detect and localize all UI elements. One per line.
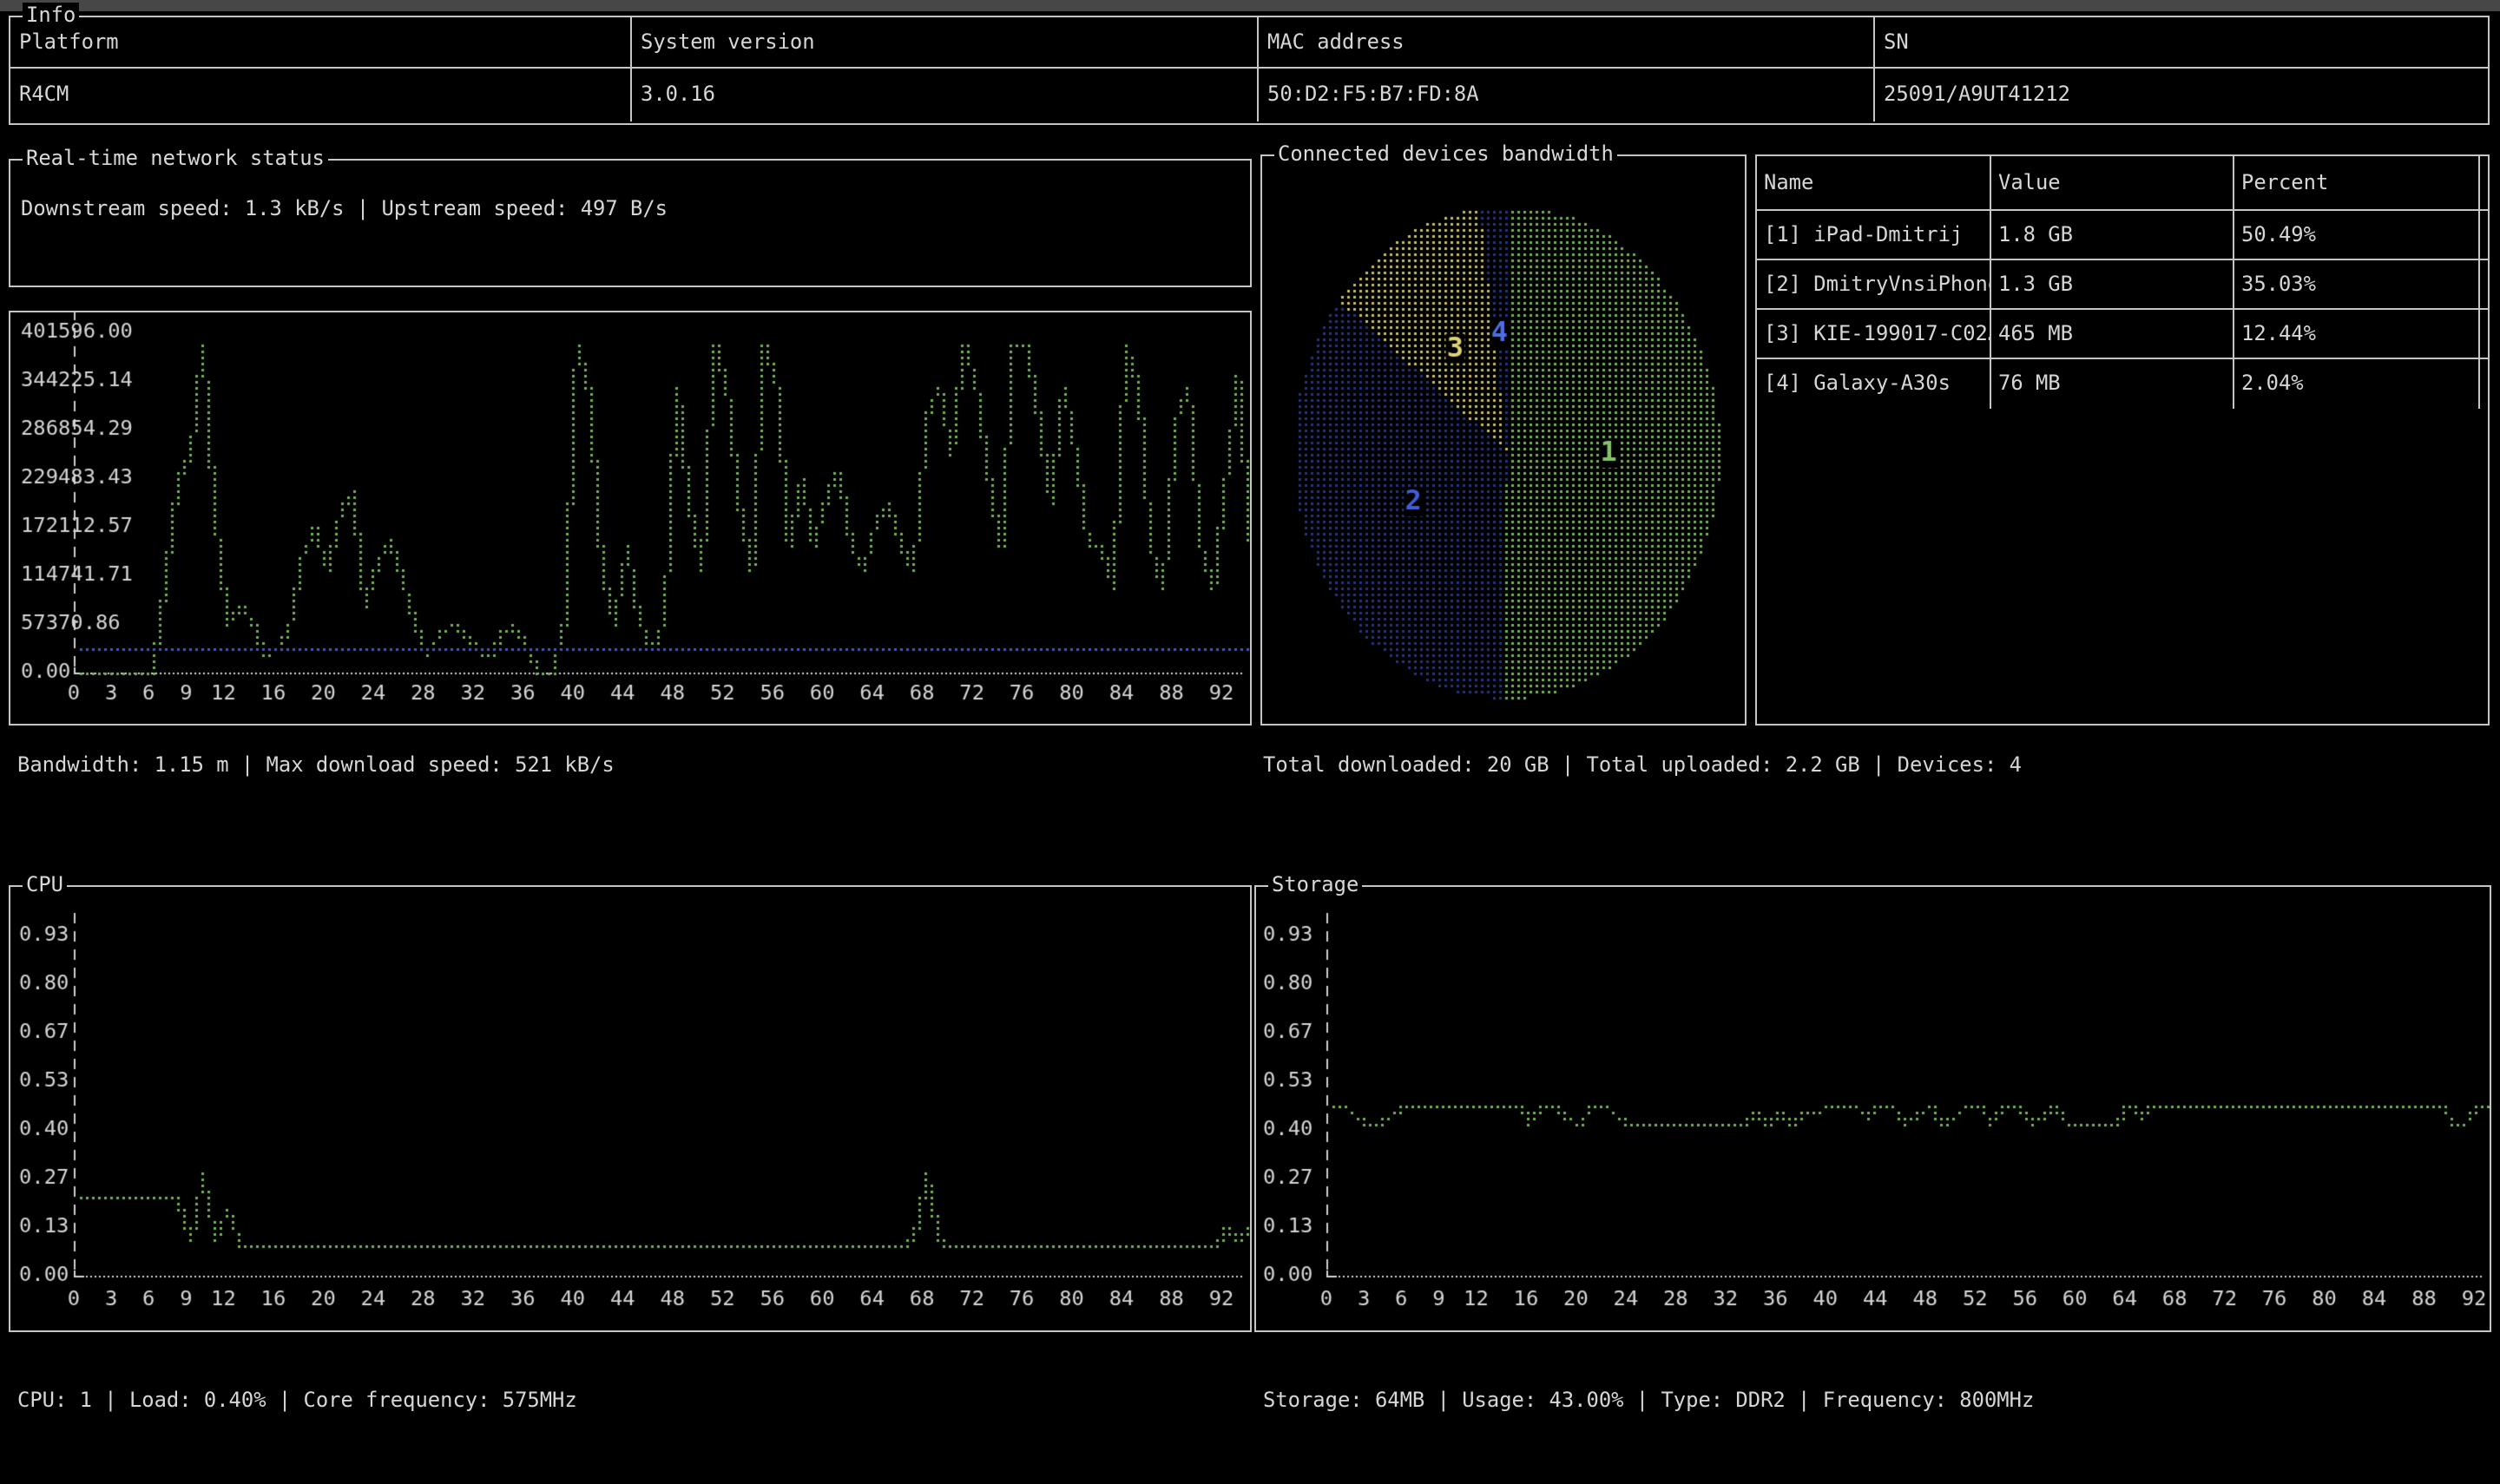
network-chart-canvas <box>10 312 1250 724</box>
devices-table-row: [2] DmitryVnsiPhone1.3 GB35.03% <box>1757 260 2488 310</box>
info-value-mac-address: 50:D2:F5:B7:FD:8A <box>1257 69 1873 121</box>
storage-chart-canvas <box>1256 887 2490 1330</box>
devices-table-header-cell: Value <box>1990 156 2233 209</box>
devices-table-row: [1] iPad-Dmitrij1.8 GB50.49% <box>1757 211 2488 260</box>
devices-table-cell: [4] Galaxy-A30s <box>1757 359 1990 409</box>
bandwidth-summary: Bandwidth: 1.15 m | Max download speed: … <box>17 752 615 778</box>
devices-table-cell: 1.3 GB <box>1990 260 2233 308</box>
devices-table-cell: 1.8 GB <box>1990 211 2233 259</box>
devices-table-end-separator <box>2478 310 2488 358</box>
devices-table-end-separator <box>2478 260 2488 308</box>
network-chart-box <box>9 311 1252 726</box>
devices-table-header-cell: Name <box>1757 156 1990 209</box>
devices-table-cell: 465 MB <box>1990 310 2233 358</box>
devices-table-cell: 76 MB <box>1990 359 2233 409</box>
devices-table-cell: 2.04% <box>2233 359 2478 409</box>
info-value-system-version: 3.0.16 <box>630 69 1257 121</box>
devices-table-cell: 35.03% <box>2233 260 2478 308</box>
devices-pie-box: Connected devices bandwidth <box>1260 154 1747 726</box>
devices-table-cell: 12.44% <box>2233 310 2478 358</box>
devices-table-cell: [3] KIE-199017-C02… <box>1757 310 1990 358</box>
devices-table-cell: [2] DmitryVnsiPhone <box>1757 260 1990 308</box>
terminal-top-edge <box>0 0 2500 11</box>
devices-table-row: [3] KIE-199017-C02…465 MB12.44% <box>1757 310 2488 359</box>
info-header-row: Platform System version MAC address SN <box>10 17 2488 69</box>
totals-summary: Total downloaded: 20 GB | Total uploaded… <box>1263 752 2022 778</box>
devices-table: NameValuePercent[1] iPad-Dmitrij1.8 GB50… <box>1757 156 2488 409</box>
network-status-box-title: Real-time network status <box>23 146 328 170</box>
info-col-sn: SN <box>1873 17 2488 67</box>
info-value-sn: 25091/A9UT41212 <box>1873 69 2488 121</box>
devices-table-end-separator <box>2478 211 2488 259</box>
info-box: Info Platform System version MAC address… <box>9 16 2490 125</box>
storage-box: Storage <box>1254 885 2491 1332</box>
terminal-dashboard: Info Platform System version MAC address… <box>0 0 2500 1484</box>
devices-table-box: NameValuePercent[1] iPad-Dmitrij1.8 GB50… <box>1755 154 2490 726</box>
network-speed-status: Downstream speed: 1.3 kB/s | Upstream sp… <box>21 196 668 220</box>
cpu-box: CPU <box>9 885 1252 1332</box>
info-values-row: R4CM 3.0.16 50:D2:F5:B7:FD:8A 25091/A9UT… <box>10 69 2488 121</box>
info-col-platform: Platform <box>10 17 630 67</box>
devices-table-row: [4] Galaxy-A30s76 MB2.04% <box>1757 359 2488 409</box>
storage-summary: Storage: 64MB | Usage: 43.00% | Type: DD… <box>1263 1387 2034 1413</box>
info-col-mac-address: MAC address <box>1257 17 1873 67</box>
cpu-chart-canvas <box>10 887 1250 1330</box>
devices-table-header-row: NameValuePercent <box>1757 156 2488 211</box>
info-value-platform: R4CM <box>10 69 630 121</box>
info-box-title: Info <box>23 3 79 27</box>
cpu-summary: CPU: 1 | Load: 0.40% | Core frequency: 5… <box>17 1387 577 1413</box>
devices-table-cell: [1] iPad-Dmitrij <box>1757 211 1990 259</box>
devices-table-end-separator <box>2478 156 2488 209</box>
network-status-box: Real-time network status Downstream spee… <box>9 159 1252 287</box>
info-col-system-version: System version <box>630 17 1257 67</box>
devices-pie-canvas <box>1262 156 1745 724</box>
devices-table-cell: 50.49% <box>2233 211 2478 259</box>
devices-table-header-cell: Percent <box>2233 156 2478 209</box>
devices-table-end-separator <box>2478 359 2488 409</box>
